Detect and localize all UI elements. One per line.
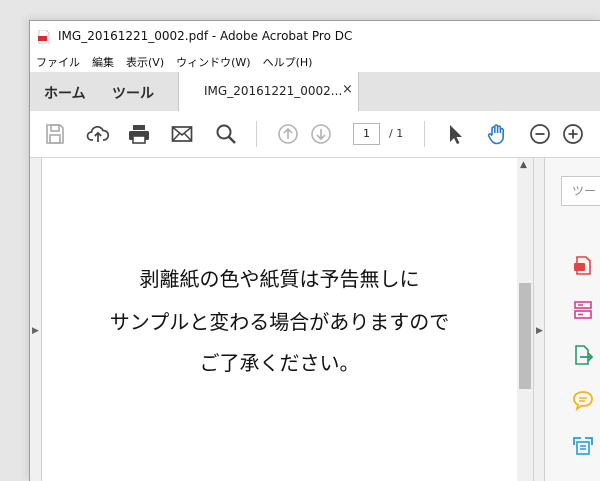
menu-file[interactable]: ファイル — [30, 54, 86, 70]
search-icon[interactable] — [214, 122, 238, 146]
menu-window[interactable]: ウィンドウ(W) — [170, 54, 256, 70]
tools-search-input[interactable]: ツー — [561, 176, 600, 206]
select-cursor-icon[interactable] — [443, 122, 467, 146]
document-text-line: ご了承ください。 — [199, 351, 360, 375]
document-text-line: 剥離紙の色や紙質は予告無しに — [139, 267, 420, 291]
left-panel-toggle[interactable]: ▶ — [30, 158, 42, 481]
save-icon[interactable] — [43, 122, 67, 146]
expand-left-panel-icon[interactable]: ▶ — [32, 326, 39, 336]
tab-home[interactable]: ホーム — [44, 83, 86, 103]
mail-icon[interactable] — [170, 122, 194, 146]
page-total: / 1 — [389, 127, 404, 140]
next-page-icon[interactable] — [309, 122, 333, 146]
menu-view[interactable]: 表示(V) — [120, 54, 170, 70]
acrobat-window: IMG_20161221_0002.pdf - Adobe Acrobat Pr… — [29, 20, 600, 481]
scan-ocr-icon[interactable] — [571, 433, 595, 457]
print-icon[interactable] — [127, 122, 151, 146]
pdf-file-icon — [38, 29, 50, 45]
document-tab-label: IMG_20161221_0002... — [204, 84, 343, 98]
toolbar-separator — [256, 121, 257, 147]
expand-right-panel-icon[interactable]: ▶ — [536, 326, 543, 336]
menu-help[interactable]: ヘルプ(H) — [257, 54, 319, 70]
tab-bar: ホーム ツール IMG_20161221_0002... × — [30, 72, 600, 112]
document-text-line: サンプルと変わる場合がありますので — [109, 310, 450, 334]
zoom-in-icon[interactable] — [561, 122, 585, 146]
scrollbar-thumb[interactable] — [519, 283, 531, 389]
export-file-icon[interactable] — [571, 343, 595, 367]
zoom-out-icon[interactable] — [528, 122, 552, 146]
menu-edit[interactable]: 編集 — [86, 54, 120, 70]
menu-bar: ファイル 編集 表示(V) ウィンドウ(W) ヘルプ(H) — [30, 51, 600, 72]
hand-tool-icon[interactable] — [485, 122, 509, 146]
scroll-up-icon[interactable]: ▲ — [520, 160, 527, 170]
document-area: ▶ 剥離紙の色や紙質は予告無しに サンプルと変わる場合がありますので ご了承くだ… — [30, 158, 600, 481]
previous-page-icon[interactable] — [276, 122, 300, 146]
export-pdf-icon[interactable] — [571, 253, 595, 277]
right-panel-toggle[interactable]: ▶ — [533, 158, 545, 481]
tools-pane: ツー — [545, 158, 600, 481]
window-title: IMG_20161221_0002.pdf - Adobe Acrobat Pr… — [58, 29, 353, 43]
toolbar: 1 / 1 — [30, 111, 600, 158]
comment-icon[interactable] — [571, 388, 595, 412]
toolbar-separator — [424, 121, 425, 147]
page-number-input[interactable]: 1 — [353, 123, 380, 145]
tab-tools[interactable]: ツール — [112, 83, 154, 103]
title-bar: IMG_20161221_0002.pdf - Adobe Acrobat Pr… — [30, 21, 600, 51]
tab-document[interactable]: IMG_20161221_0002... × — [178, 72, 359, 112]
organize-pages-icon[interactable] — [571, 298, 595, 322]
cloud-upload-icon[interactable] — [86, 122, 110, 146]
vertical-scrollbar[interactable]: ▲ — [517, 158, 533, 481]
pdf-page: 剥離紙の色や紙質は予告無しに サンプルと変わる場合がありますので ご了承ください… — [42, 158, 517, 481]
close-tab-icon[interactable]: × — [342, 82, 353, 97]
